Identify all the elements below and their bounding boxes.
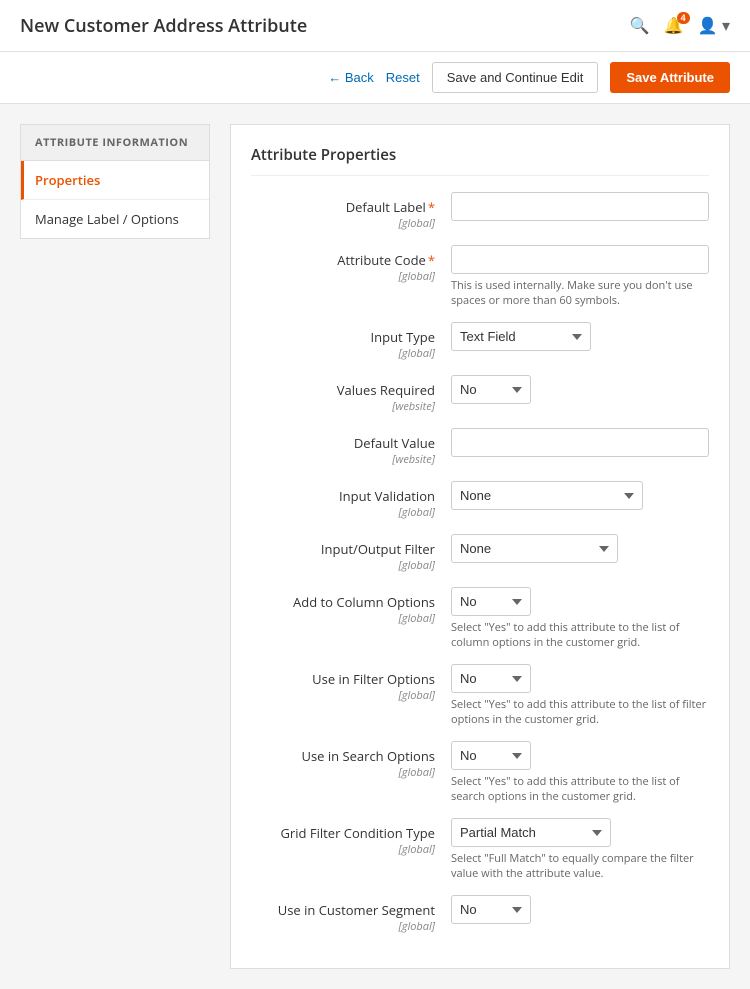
required-star-2: * bbox=[428, 251, 435, 269]
hint-attribute-code: This is used internally. Make sure you d… bbox=[451, 278, 709, 308]
field-values-required: Values Required [website] No Yes bbox=[251, 375, 709, 414]
page-title-area: New Customer Address Attribute bbox=[20, 14, 307, 38]
select-grid-filter-condition[interactable]: Partial Match Full Match Equal bbox=[451, 818, 611, 847]
sidebar: ATTRIBUTE INFORMATION Properties Manage … bbox=[20, 124, 210, 969]
label-default-value: Default Value bbox=[354, 434, 435, 452]
field-use-search-options: Use in Search Options [global] No Yes Se… bbox=[251, 741, 709, 804]
field-use-customer-segment: Use in Customer Segment [global] No Yes bbox=[251, 895, 709, 934]
search-button[interactable]: 🔍 bbox=[630, 16, 650, 36]
scope-values-required: [website] bbox=[251, 399, 435, 414]
save-attribute-button[interactable]: Save Attribute bbox=[610, 62, 730, 93]
field-use-filter-options: Use in Filter Options [global] No Yes Se… bbox=[251, 664, 709, 727]
label-input-output-filter: Input/Output Filter bbox=[321, 540, 435, 558]
field-input-type: Input Type [global] Text Field Text Area… bbox=[251, 322, 709, 361]
input-default-label[interactable] bbox=[451, 192, 709, 221]
label-input-validation: Input Validation bbox=[339, 487, 435, 505]
label-attribute-code: Attribute Code* bbox=[337, 251, 435, 269]
label-add-column-options: Add to Column Options bbox=[293, 593, 435, 611]
select-values-required[interactable]: No Yes bbox=[451, 375, 531, 404]
sidebar-nav: Properties Manage Label / Options bbox=[20, 161, 210, 239]
action-bar: ← Back Reset Save and Continue Edit Save… bbox=[0, 52, 750, 104]
user-button[interactable]: 👤 ▾ bbox=[698, 16, 730, 36]
reset-button[interactable]: Reset bbox=[386, 70, 420, 85]
scope-input-type: [global] bbox=[251, 346, 435, 361]
field-input-output-filter: Input/Output Filter [global] None Strip … bbox=[251, 534, 709, 573]
select-use-filter-options[interactable]: No Yes bbox=[451, 664, 531, 693]
select-input-validation[interactable]: None Alphanumeric Alphanumeric with Spac… bbox=[451, 481, 643, 510]
form-section-title: Attribute Properties bbox=[251, 145, 709, 176]
main-content: ATTRIBUTE INFORMATION Properties Manage … bbox=[0, 104, 750, 989]
scope-grid-filter-condition: [global] bbox=[251, 842, 435, 857]
hint-use-search-options: Select "Yes" to add this attribute to th… bbox=[451, 774, 709, 804]
label-grid-filter-condition: Grid Filter Condition Type bbox=[280, 824, 435, 842]
scope-use-customer-segment: [global] bbox=[251, 919, 435, 934]
input-attribute-code[interactable] bbox=[451, 245, 709, 274]
search-icon: 🔍 bbox=[630, 18, 650, 35]
page-title: New Customer Address Attribute bbox=[20, 14, 307, 38]
scope-input-output-filter: [global] bbox=[251, 558, 435, 573]
hint-grid-filter-condition: Select "Full Match" to equally compare t… bbox=[451, 851, 709, 881]
label-input-type: Input Type bbox=[371, 328, 435, 346]
field-default-label: Default Label* [global] bbox=[251, 192, 709, 231]
top-header: New Customer Address Attribute 🔍 🔔 4 👤 ▾ bbox=[0, 0, 750, 52]
label-use-search-options: Use in Search Options bbox=[302, 747, 436, 765]
label-use-customer-segment: Use in Customer Segment bbox=[278, 901, 435, 919]
sidebar-item-manage-label[interactable]: Manage Label / Options bbox=[21, 200, 209, 238]
scope-attribute-code: [global] bbox=[251, 269, 435, 284]
scope-input-validation: [global] bbox=[251, 505, 435, 520]
select-input-output-filter[interactable]: None Strip HTML Tags Escape HTML Entitie… bbox=[451, 534, 618, 563]
header-icons: 🔍 🔔 4 👤 ▾ bbox=[630, 16, 730, 36]
dropdown-icon: ▾ bbox=[722, 18, 730, 35]
select-add-column-options[interactable]: No Yes bbox=[451, 587, 531, 616]
save-continue-button[interactable]: Save and Continue Edit bbox=[432, 62, 599, 93]
select-use-customer-segment[interactable]: No Yes bbox=[451, 895, 531, 924]
form-area: Attribute Properties Default Label* [glo… bbox=[230, 124, 730, 969]
user-icon: 👤 bbox=[698, 18, 718, 35]
hint-add-column-options: Select "Yes" to add this attribute to th… bbox=[451, 620, 709, 650]
scope-use-search-options: [global] bbox=[251, 765, 435, 780]
scope-default-value: [website] bbox=[251, 452, 435, 467]
field-attribute-code: Attribute Code* [global] This is used in… bbox=[251, 245, 709, 308]
scope-default-label: [global] bbox=[251, 216, 435, 231]
select-use-search-options[interactable]: No Yes bbox=[451, 741, 531, 770]
required-star: * bbox=[428, 198, 435, 216]
field-default-value: Default Value [website] bbox=[251, 428, 709, 467]
sidebar-section-title: ATTRIBUTE INFORMATION bbox=[20, 124, 210, 161]
field-input-validation: Input Validation [global] None Alphanume… bbox=[251, 481, 709, 520]
select-input-type[interactable]: Text Field Text Area Date Yes/No Multipl… bbox=[451, 322, 591, 351]
input-default-value[interactable] bbox=[451, 428, 709, 457]
label-use-filter-options: Use in Filter Options bbox=[312, 670, 435, 688]
scope-use-filter-options: [global] bbox=[251, 688, 435, 703]
back-button[interactable]: ← Back bbox=[328, 70, 374, 85]
field-grid-filter-condition: Grid Filter Condition Type [global] Part… bbox=[251, 818, 709, 881]
label-values-required: Values Required bbox=[337, 381, 435, 399]
sidebar-item-properties[interactable]: Properties bbox=[21, 161, 209, 200]
label-default-label: Default Label* bbox=[346, 198, 435, 216]
hint-use-filter-options: Select "Yes" to add this attribute to th… bbox=[451, 697, 709, 727]
notification-button[interactable]: 🔔 4 bbox=[664, 16, 684, 36]
notification-badge: 4 bbox=[677, 12, 690, 24]
